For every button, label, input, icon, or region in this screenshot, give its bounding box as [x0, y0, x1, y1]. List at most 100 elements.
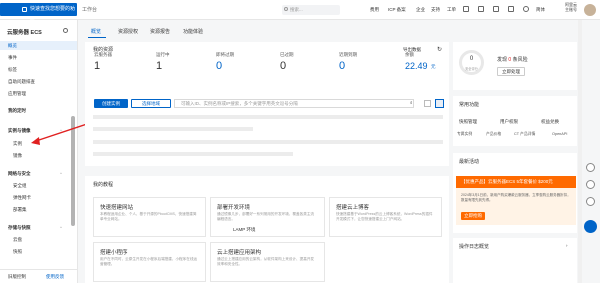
common-features-title: 常用功能 — [459, 102, 480, 108]
edit-icon[interactable] — [586, 163, 595, 172]
top-bar: [-] 工作台 搜索... 费用 ICP 备案 企业 支持 工单 简体 阿里云 … — [0, 0, 600, 25]
stat-label-near-expiry: 近期到期 — [339, 52, 357, 57]
nav-ticket[interactable]: 工单 — [447, 5, 456, 15]
nav-fees[interactable]: 费用 — [370, 5, 379, 15]
fix-now-button[interactable]: 立即处理 — [497, 67, 525, 76]
feature-dedicated[interactable]: 专属实例 — [457, 132, 472, 137]
page-scrollbar[interactable] — [578, 20, 582, 283]
tutorial-card-blog[interactable]: 搭建云上博客 快速搭建基于WordPress的云上博客系统，WordPress的… — [329, 197, 442, 237]
instance-filter-input[interactable]: 可输入ID、实例名称或IP搜索，多个关键字用英文逗号分隔 — [174, 99, 414, 108]
lamp-env-select[interactable]: LAMP 环境 — [233, 227, 255, 233]
security-score-label: 安全评分 — [465, 67, 478, 71]
chat-icon[interactable] — [586, 180, 595, 189]
tutorial-desc: 本教程适用企业、个人、基于开源的PbootCMS，快速搭建简单专业网站。 — [100, 212, 197, 221]
chevron-up-icon[interactable]: ^ — [60, 225, 62, 230]
create-instance-button[interactable]: 创建实例 — [94, 99, 128, 108]
nav-icp[interactable]: ICP 备案 — [388, 5, 406, 15]
risk-summary: 发现 0 条风险 — [497, 56, 528, 63]
promo-buy-button[interactable]: 立即抢购 — [461, 212, 485, 220]
nav-support[interactable]: 支持 — [431, 5, 440, 15]
globe-icon[interactable] — [523, 6, 529, 12]
stat-label-servers: 云服务器 — [94, 52, 112, 57]
sidebar-item-schedule[interactable]: 我的定时 — [8, 108, 26, 114]
tab-resource-auth[interactable]: 资源授权 — [118, 28, 138, 35]
assistant-icon[interactable] — [584, 220, 597, 233]
search-icon[interactable]: ⌕ — [410, 100, 413, 105]
tutorial-card-dev-env[interactable]: 部署开发环境 通过镜像几步，部署好一系列常用的开发环境，覆盖各类主流编程语言。 … — [210, 197, 325, 237]
list-view-icon[interactable] — [435, 99, 444, 108]
sidebar-item-deployment-set[interactable]: 部署集 — [13, 207, 27, 213]
chevron-right-icon[interactable]: › — [566, 243, 568, 248]
stat-label-running: 运行中 — [156, 52, 170, 57]
promo-banner[interactable]: 【优惠产品】云服务器ECS 5年套餐价 $200元 2024年3月1日前，新用户… — [456, 176, 576, 225]
sidebar-group-network[interactable]: 网络与安全 — [8, 171, 31, 177]
feature-openapi[interactable]: OpenAPI — [552, 132, 567, 136]
message-icon[interactable] — [478, 6, 484, 12]
grid-icon[interactable] — [586, 197, 595, 206]
sidebar-item-security-group[interactable]: 安全组 — [13, 183, 27, 189]
cart-icon[interactable] — [493, 6, 499, 12]
sidebar-item-images[interactable]: 镜像 — [13, 153, 22, 159]
sidebar-item-apps[interactable]: 应用管理 — [8, 91, 26, 97]
terminal-icon[interactable] — [463, 6, 469, 12]
stat-value-expiring[interactable]: 0 — [216, 60, 222, 72]
sidebar-search-icon[interactable] — [63, 28, 68, 33]
grid-view-icon[interactable] — [424, 100, 431, 107]
risk-count[interactable]: 0 — [508, 57, 511, 63]
refresh-icon[interactable]: ↻ — [437, 46, 442, 53]
tooltip-icon — [22, 7, 27, 12]
top-search-input[interactable]: 搜索... — [282, 5, 340, 15]
sidebar-item-overview[interactable]: 概览 — [0, 41, 77, 50]
help-icon[interactable] — [508, 6, 514, 12]
sidebar-scrollbar[interactable] — [71, 116, 75, 226]
sidebar-footer: 旧版控制 使用反馈 — [0, 269, 77, 283]
sidebar-group-storage[interactable]: 存储与快照 — [8, 225, 31, 231]
chevron-up-icon[interactable]: ^ — [60, 171, 62, 176]
workbench-link[interactable]: 工作台 — [82, 4, 97, 16]
feature-snapshot[interactable]: 快照管理 — [459, 119, 477, 125]
chevron-up-icon[interactable]: ^ — [60, 128, 62, 133]
stat-label-balance: 余额 — [405, 52, 414, 57]
sidebar-item-eni[interactable]: 弹性网卡 — [13, 195, 31, 201]
page-tabs: 概览 资源授权 资源报告 功能体验 — [80, 20, 455, 38]
loading-skeleton — [93, 140, 443, 144]
feature-product-detail[interactable]: CT 产品详情 — [514, 132, 535, 137]
security-score-value: 0 — [469, 56, 474, 62]
feature-redeem[interactable]: 权益兑换 — [541, 119, 559, 125]
tab-overview[interactable]: 概览 — [91, 28, 101, 35]
feedback-link[interactable]: 使用反馈 — [46, 274, 64, 280]
tutorial-desc: 用户在不同时，云原生开发在小程序后端搭建，小程序在线运营管理。 — [100, 257, 198, 266]
old-console-link[interactable]: 旧版控制 — [8, 274, 26, 280]
sidebar-item-troubleshoot[interactable]: 自助问题排查 — [8, 79, 35, 85]
user-info[interactable]: 阿里云 主账号 — [563, 2, 579, 12]
tutorials-title: 我的教程 — [93, 182, 114, 188]
tutorial-title: 搭建小程序 — [100, 250, 128, 256]
stat-label-expired: 已过期 — [280, 52, 294, 57]
nav-enterprise[interactable]: 企业 — [416, 5, 425, 15]
region-select-button[interactable]: 选择地域 — [131, 99, 171, 108]
feature-price[interactable]: 产品价格 — [486, 132, 501, 137]
sidebar-item-tags[interactable]: 标签 — [8, 67, 17, 73]
close-icon[interactable]: × — [70, 3, 73, 16]
tutorial-desc: 通过云上搭建应用的云架构，从软件架构上来设计、提高开发效率和安全性。 — [217, 257, 315, 266]
tab-feature-experience[interactable]: 功能体验 — [183, 28, 203, 35]
stat-value-near-expiry[interactable]: 0 — [339, 60, 345, 72]
stat-value-servers[interactable]: 1 — [94, 60, 100, 72]
sidebar-item-snapshots[interactable]: 快照 — [13, 249, 22, 255]
sidebar-item-disks[interactable]: 云盘 — [13, 237, 22, 243]
stat-value-expired[interactable]: 0 — [280, 60, 286, 72]
operation-log-title: 操作日志概览 — [459, 244, 490, 250]
sidebar-group-instances[interactable]: 实例与镜像 — [8, 128, 31, 134]
stat-value-balance[interactable]: 22.49 — [405, 61, 428, 71]
tab-resource-report[interactable]: 资源报告 — [150, 28, 170, 35]
tutorial-card-architecture[interactable]: 云上搭建应用架构 通过云上搭建应用的云架构，从软件架构上来设计、提高开发效率和安… — [210, 242, 325, 282]
avatar[interactable] — [584, 4, 596, 16]
language-link[interactable]: 简体 — [536, 5, 545, 15]
sidebar-item-events[interactable]: 事件 — [8, 55, 17, 61]
stat-value-running[interactable]: 1 — [156, 60, 162, 72]
tutorial-card-website[interactable]: 快速搭建网站 本教程适用企业、个人、基于开源的PbootCMS，快速搭建简单专业… — [93, 197, 206, 237]
tutorial-card-miniapp[interactable]: 搭建小程序 用户在不同时，云原生开发在小程序后端搭建，小程序在线运营管理。 — [93, 242, 206, 282]
promo-text: 2024年3月1日前，新用户购买爆款云服务器，立享惠购云服务器折扣，数量有限先到… — [461, 193, 571, 202]
sidebar-item-instances[interactable]: 实例 — [13, 141, 22, 147]
feature-permissions[interactable]: 用户权限 — [500, 119, 518, 125]
